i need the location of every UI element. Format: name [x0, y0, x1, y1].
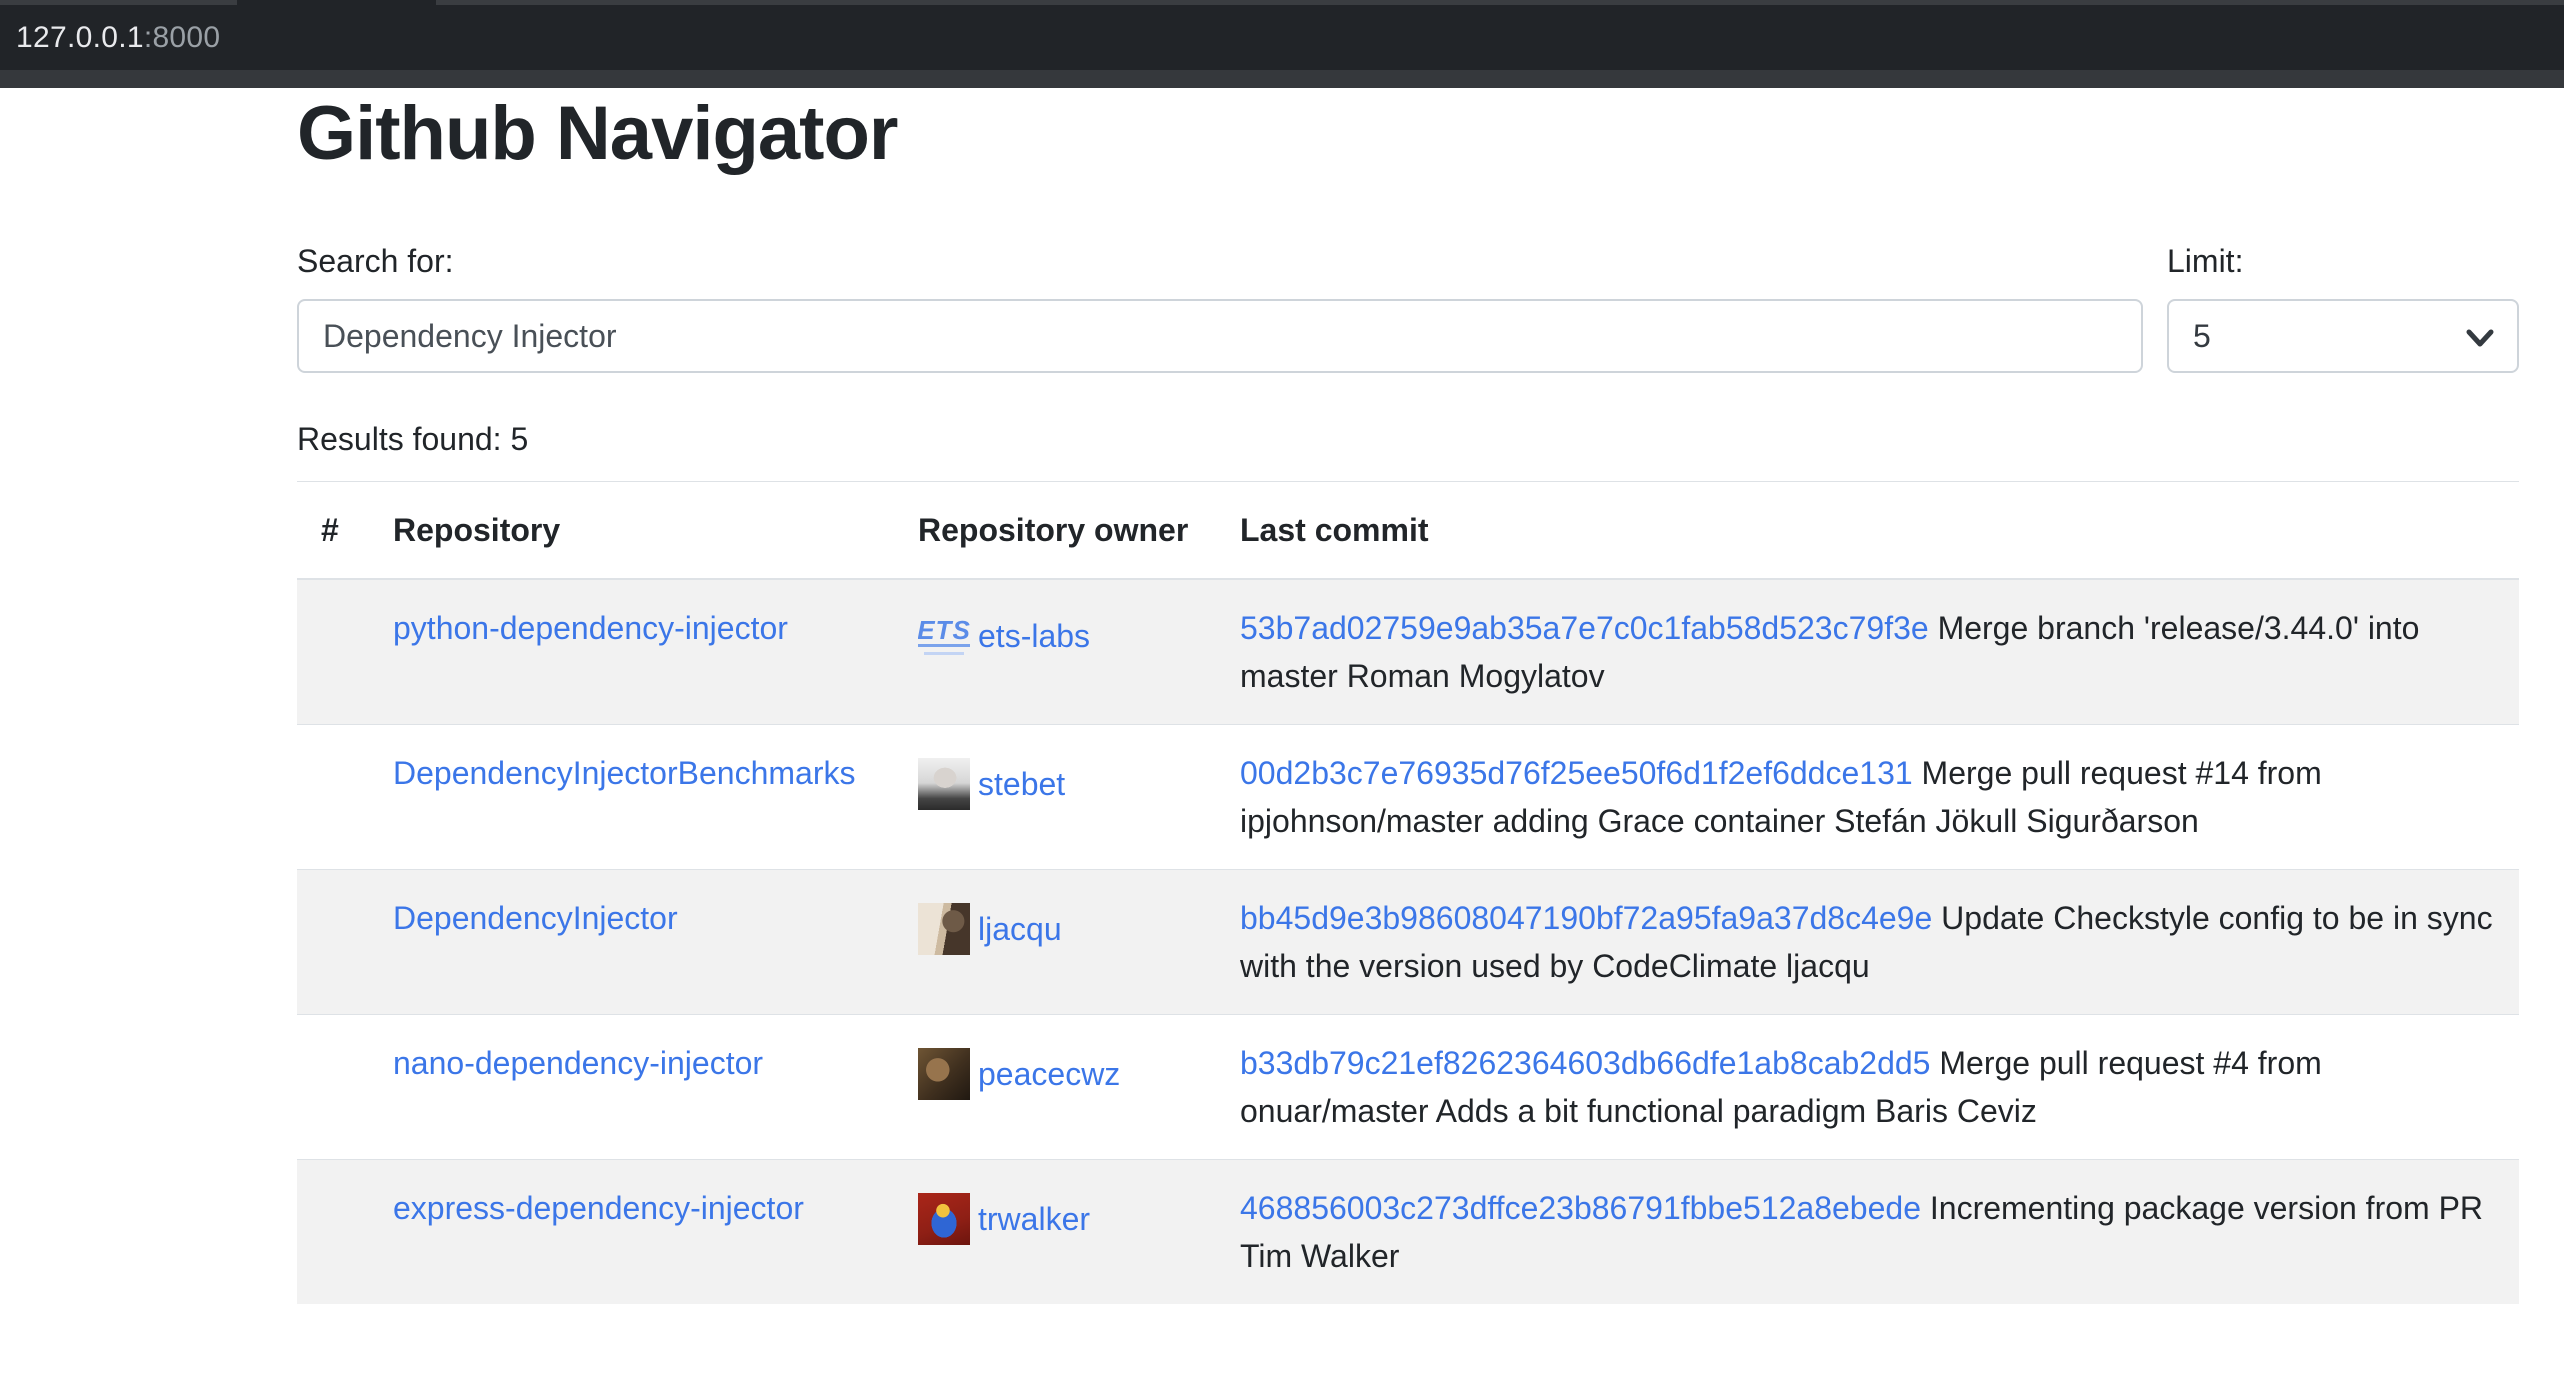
- table-row: DependencyInjector ljacqu bb45d9e3b98608…: [297, 870, 2519, 1015]
- address-bar[interactable]: 127.0.0.1:8000: [0, 5, 2564, 70]
- results-count: Results found: 5: [297, 415, 2519, 463]
- column-header-repository: Repository: [369, 482, 894, 580]
- limit-label: Limit:: [2167, 237, 2519, 285]
- column-header-index: #: [297, 482, 369, 580]
- commit-hash-link[interactable]: b33db79c21ef8262364603db66dfe1ab8cab2dd5: [1240, 1045, 1930, 1081]
- browser-chrome: 127.0.0.1:8000: [0, 0, 2564, 88]
- results-table: # Repository Repository owner Last commi…: [297, 481, 2519, 1304]
- limit-field-group: Limit: 5: [2167, 237, 2519, 373]
- owner-link[interactable]: trwalker: [978, 1195, 1090, 1243]
- search-label: Search for:: [297, 237, 2143, 285]
- column-header-owner: Repository owner: [894, 482, 1216, 580]
- search-input[interactable]: [297, 299, 2143, 373]
- row-index-cell: [297, 1015, 369, 1160]
- repo-link[interactable]: DependencyInjectorBenchmarks: [393, 755, 855, 791]
- commit-hash-link[interactable]: 53b7ad02759e9ab35a7e7c0c1fab58d523c79f3e: [1240, 610, 1929, 646]
- commit-hash-link[interactable]: bb45d9e3b98608047190bf72a95fa9a37d8c4e9e: [1240, 900, 1932, 936]
- limit-select[interactable]: 5: [2167, 299, 2519, 373]
- repo-link[interactable]: express-dependency-injector: [393, 1190, 804, 1226]
- table-row: DependencyInjectorBenchmarks stebet 00d2…: [297, 725, 2519, 870]
- owner-avatar: [918, 903, 970, 955]
- commit-cell: 00d2b3c7e76935d76f25ee50f6d1f2ef6ddce131…: [1216, 725, 2519, 870]
- page-content: Github Navigator Search for: Limit: 5 Re…: [297, 88, 2519, 1304]
- table-row: express-dependency-injector trwalker 468…: [297, 1160, 2519, 1305]
- repo-cell: express-dependency-injector: [369, 1160, 894, 1305]
- owner-link[interactable]: ets-labs: [978, 612, 1090, 660]
- repo-link[interactable]: nano-dependency-injector: [393, 1045, 763, 1081]
- search-form: Search for: Limit: 5: [297, 237, 2519, 373]
- row-index-cell: [297, 1160, 369, 1305]
- repo-cell: DependencyInjector: [369, 870, 894, 1015]
- commit-cell: 468856003c273dffce23b86791fbbe512a8ebede…: [1216, 1160, 2519, 1305]
- owner-link[interactable]: stebet: [978, 760, 1065, 808]
- row-index-cell: [297, 725, 369, 870]
- commit-cell: b33db79c21ef8262364603db66dfe1ab8cab2dd5…: [1216, 1015, 2519, 1160]
- owner-avatar: [918, 1193, 970, 1245]
- row-index-cell: [297, 870, 369, 1015]
- repo-link[interactable]: python-dependency-injector: [393, 610, 788, 646]
- repo-cell: python-dependency-injector: [369, 579, 894, 725]
- owner-cell: trwalker: [894, 1160, 1216, 1305]
- chevron-down-icon: [2465, 325, 2495, 351]
- owner-link[interactable]: peacecwz: [978, 1050, 1120, 1098]
- results-table-body: python-dependency-injector ETS ets-labs …: [297, 579, 2519, 1304]
- owner-link[interactable]: ljacqu: [978, 905, 1062, 953]
- owner-avatar: [918, 758, 970, 810]
- limit-selected-value: 5: [2193, 318, 2211, 355]
- browser-chrome-divider: [0, 70, 2564, 88]
- owner-cell: stebet: [894, 725, 1216, 870]
- url-port: :8000: [144, 21, 221, 55]
- commit-cell: 53b7ad02759e9ab35a7e7c0c1fab58d523c79f3e…: [1216, 579, 2519, 725]
- row-index-cell: [297, 579, 369, 725]
- table-row: python-dependency-injector ETS ets-labs …: [297, 579, 2519, 725]
- table-row: nano-dependency-injector peacecwz b33db7…: [297, 1015, 2519, 1160]
- owner-cell: ljacqu: [894, 870, 1216, 1015]
- repo-cell: DependencyInjectorBenchmarks: [369, 725, 894, 870]
- commit-hash-link[interactable]: 00d2b3c7e76935d76f25ee50f6d1f2ef6ddce131: [1240, 755, 1913, 791]
- owner-cell: peacecwz: [894, 1015, 1216, 1160]
- owner-avatar: [918, 1048, 970, 1100]
- url-host: 127.0.0.1: [16, 21, 144, 55]
- table-header-row: # Repository Repository owner Last commi…: [297, 482, 2519, 580]
- repo-cell: nano-dependency-injector: [369, 1015, 894, 1160]
- commit-hash-link[interactable]: 468856003c273dffce23b86791fbbe512a8ebede: [1240, 1190, 1921, 1226]
- column-header-last-commit: Last commit: [1216, 482, 2519, 580]
- owner-avatar: ETS: [918, 610, 970, 662]
- commit-cell: bb45d9e3b98608047190bf72a95fa9a37d8c4e9e…: [1216, 870, 2519, 1015]
- owner-cell: ETS ets-labs: [894, 579, 1216, 725]
- search-field-group: Search for:: [297, 237, 2143, 373]
- page-title: Github Navigator: [297, 90, 2519, 177]
- repo-link[interactable]: DependencyInjector: [393, 900, 678, 936]
